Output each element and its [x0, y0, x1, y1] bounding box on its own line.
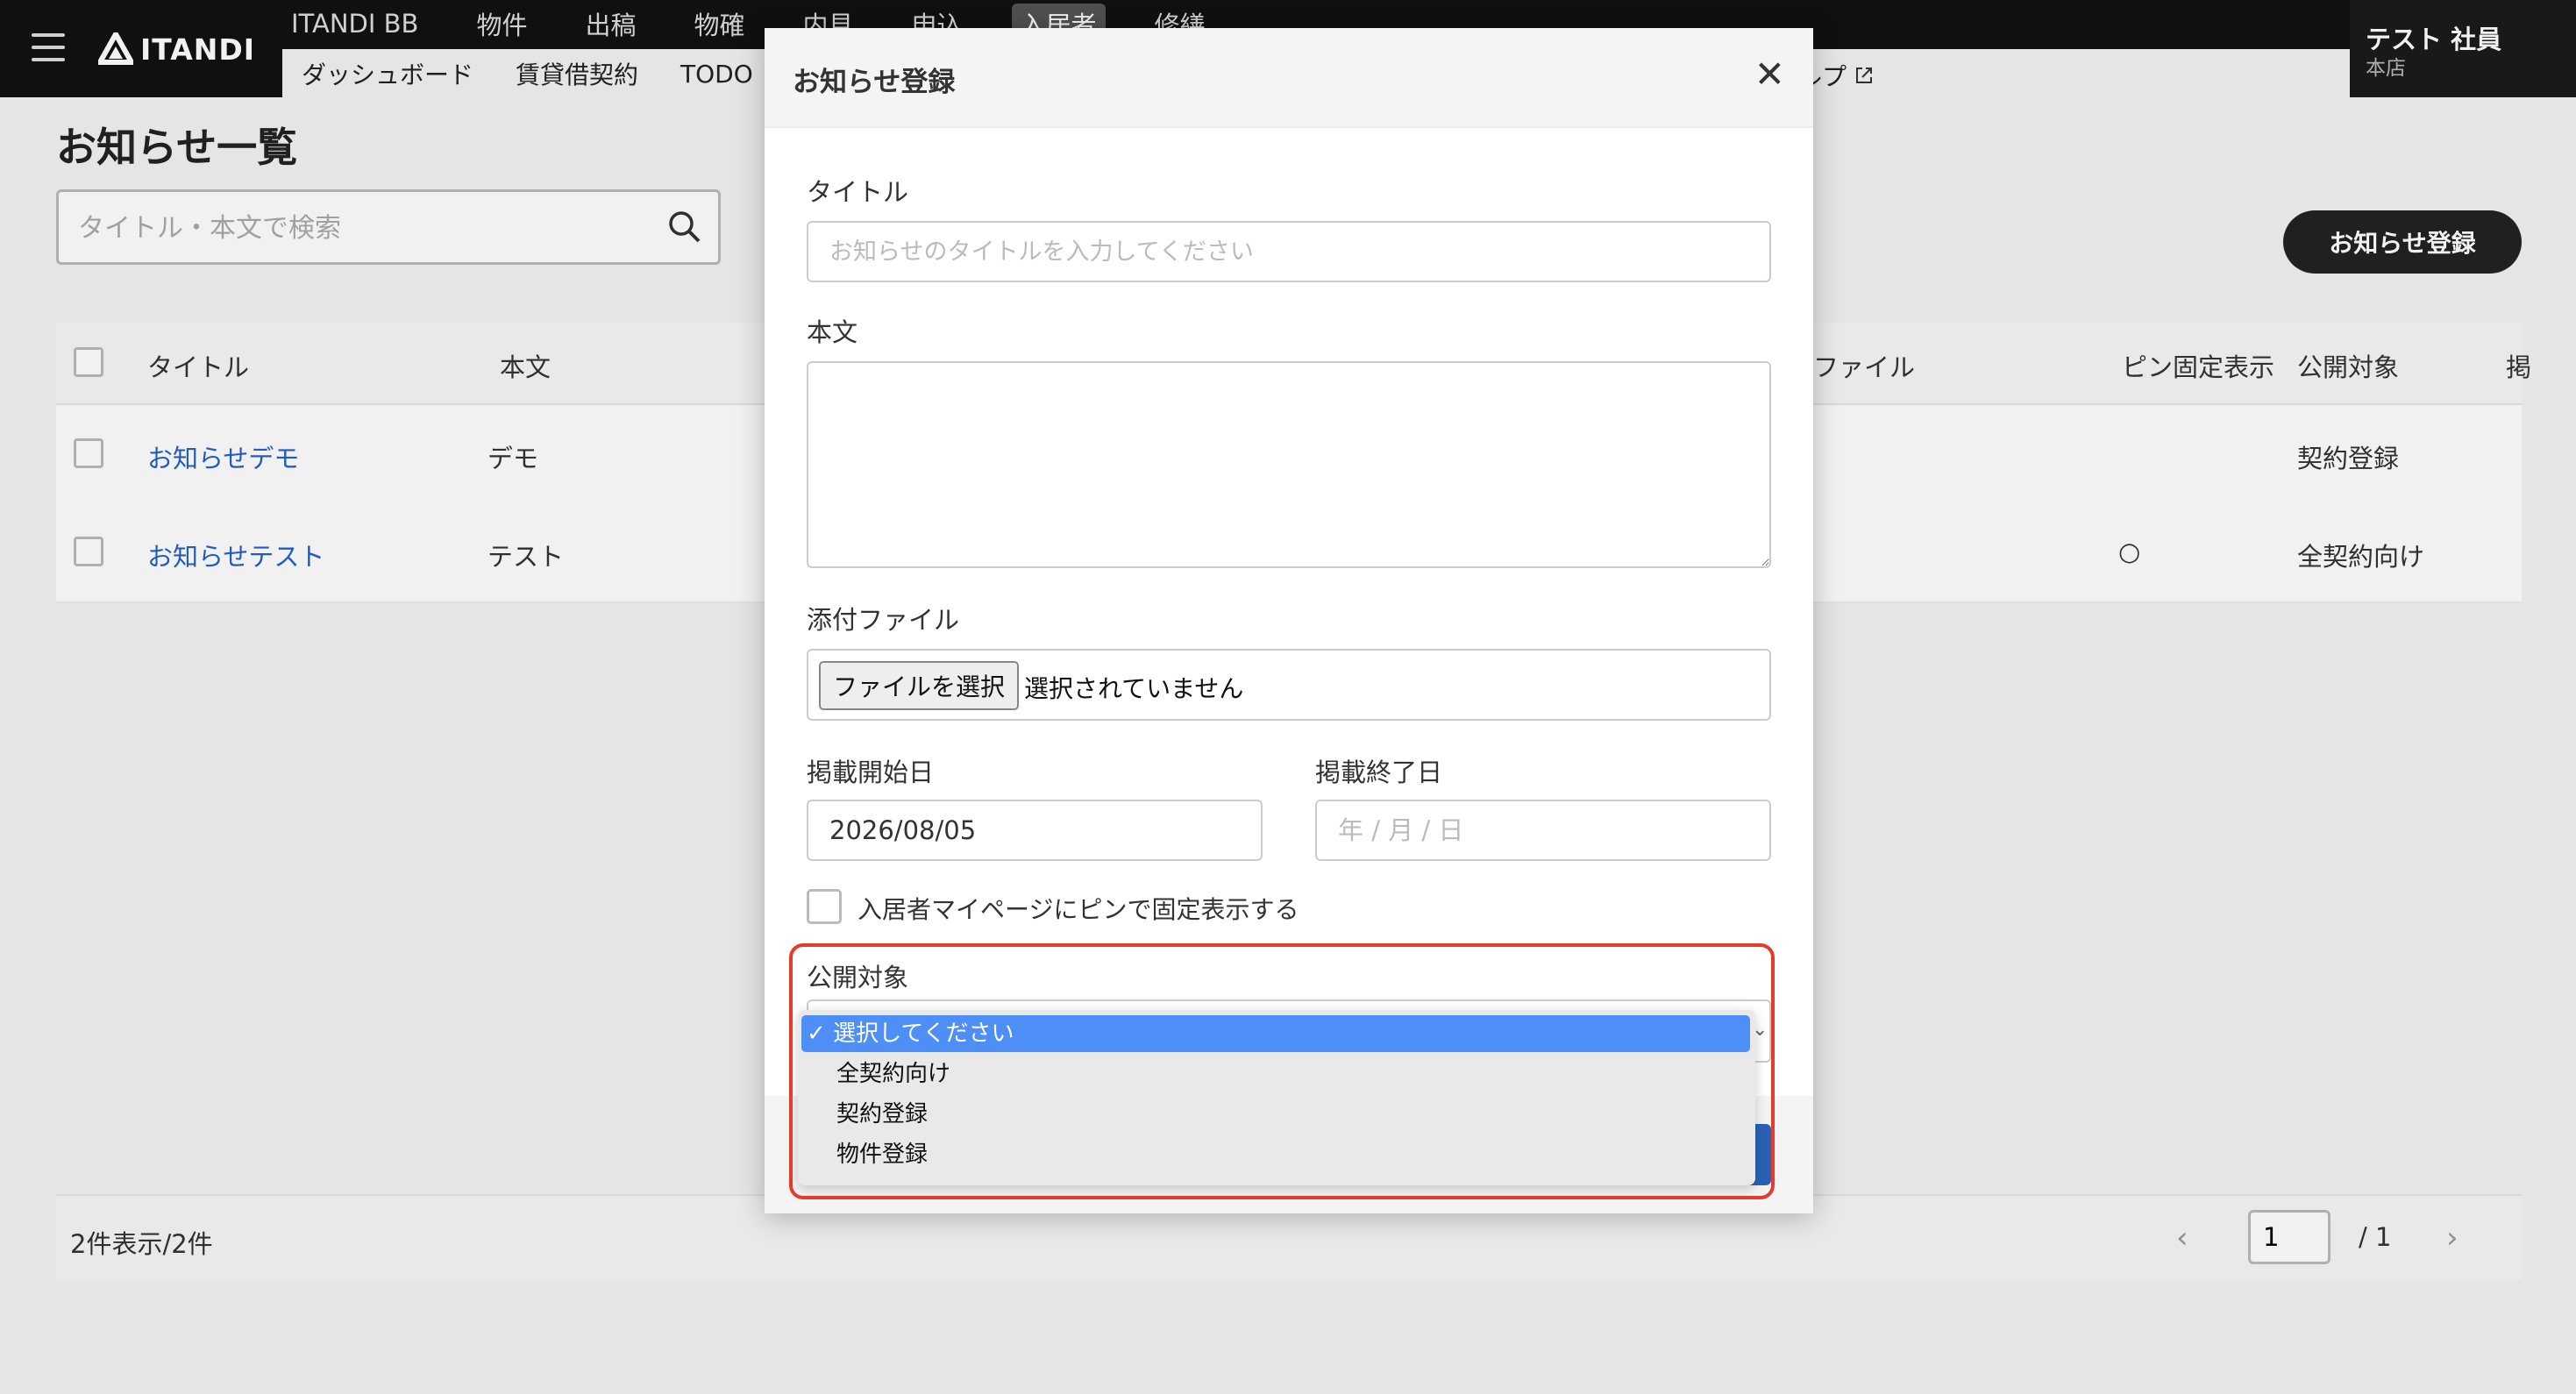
modal-header: お知らせ登録 ✕	[765, 28, 1813, 128]
file-input: ファイルを選択 選択されていません	[807, 649, 1771, 721]
pin-checkbox-label[interactable]: 入居者マイページにピンで固定表示する	[857, 891, 1299, 926]
file-label: 添付ファイル	[807, 605, 960, 635]
title-input[interactable]	[807, 221, 1771, 282]
pin-checkbox[interactable]	[807, 889, 842, 924]
title-label: タイトル	[807, 177, 909, 207]
body-textarea[interactable]	[807, 361, 1771, 568]
modal-title: お知らせ登録	[793, 67, 956, 98]
highlight-annotation	[789, 943, 1775, 1199]
start-date-label: 掲載開始日	[807, 757, 935, 787]
end-date-input[interactable]	[1315, 800, 1771, 861]
start-date-input[interactable]	[807, 800, 1263, 861]
choose-file-button[interactable]: ファイルを選択	[819, 661, 1020, 710]
close-icon[interactable]: ✕	[1754, 56, 1785, 93]
end-date-label: 掲載終了日	[1315, 757, 1443, 787]
body-label: 本文	[807, 317, 858, 347]
file-status: 選択されていません	[1024, 674, 1244, 703]
